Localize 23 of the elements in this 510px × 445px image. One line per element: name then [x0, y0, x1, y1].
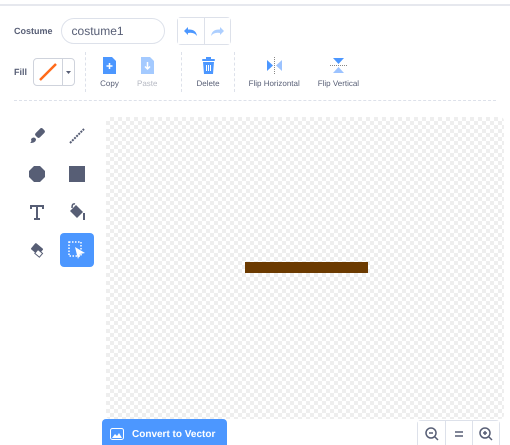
flip-h-button[interactable]: Flip Horizontal [244, 56, 304, 88]
copy-icon [100, 56, 119, 75]
line-icon [67, 126, 87, 146]
zoom-in-icon [477, 425, 495, 443]
caret-icon [66, 70, 71, 74]
select-arrow-icon [67, 240, 87, 260]
costume-name-field[interactable]: costume1 [60, 18, 165, 44]
flip-horizontal-icon [264, 56, 284, 75]
zoom-in-button[interactable] [472, 421, 499, 445]
costume-label: Costume [14, 26, 53, 36]
fill-label: Fill [14, 67, 27, 77]
image-icon [110, 428, 124, 440]
line-color-icon [38, 62, 58, 82]
flip-v-button[interactable]: Flip Vertical [314, 56, 364, 88]
octagon-icon [27, 164, 47, 184]
fill-color-picker[interactable] [33, 58, 75, 86]
text-icon [27, 202, 47, 222]
flip-vertical-icon [328, 56, 348, 75]
select-tool[interactable] [60, 233, 94, 267]
copy-button[interactable]: Copy [96, 56, 123, 88]
square-icon [67, 164, 87, 184]
zoom-out-icon [422, 425, 440, 443]
delete-button[interactable]: Delete [192, 56, 224, 88]
